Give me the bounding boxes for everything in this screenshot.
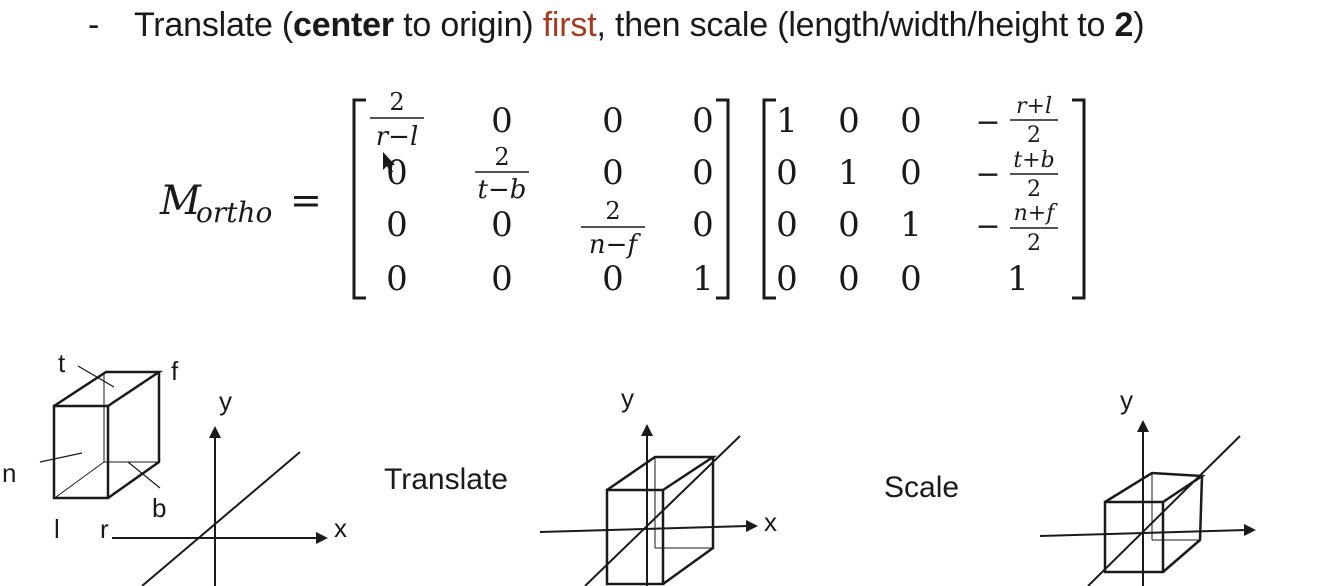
box-label-n: n	[2, 458, 16, 488]
box-label-t: t	[58, 348, 66, 378]
box-label-l: l	[54, 514, 60, 544]
axes-2	[539, 424, 758, 586]
original-box	[52, 370, 164, 500]
transform-diagrams: t f n b l r y x Translate y x Scale y	[2, 348, 1256, 586]
box-label-b: b	[152, 493, 166, 523]
box-label-f: f	[171, 356, 179, 386]
axis3-y-label: y	[1120, 385, 1133, 415]
translate-label: Translate	[384, 463, 508, 496]
axis1-x-label: x	[334, 513, 347, 543]
scale-label: Scale	[884, 471, 959, 504]
axis1-y-label: y	[219, 386, 232, 416]
axis2-x-label: x	[764, 507, 777, 537]
axis2-y-label: y	[621, 383, 634, 413]
box-label-r: r	[100, 514, 109, 544]
axes-1	[112, 426, 328, 586]
translated-box	[605, 455, 718, 586]
